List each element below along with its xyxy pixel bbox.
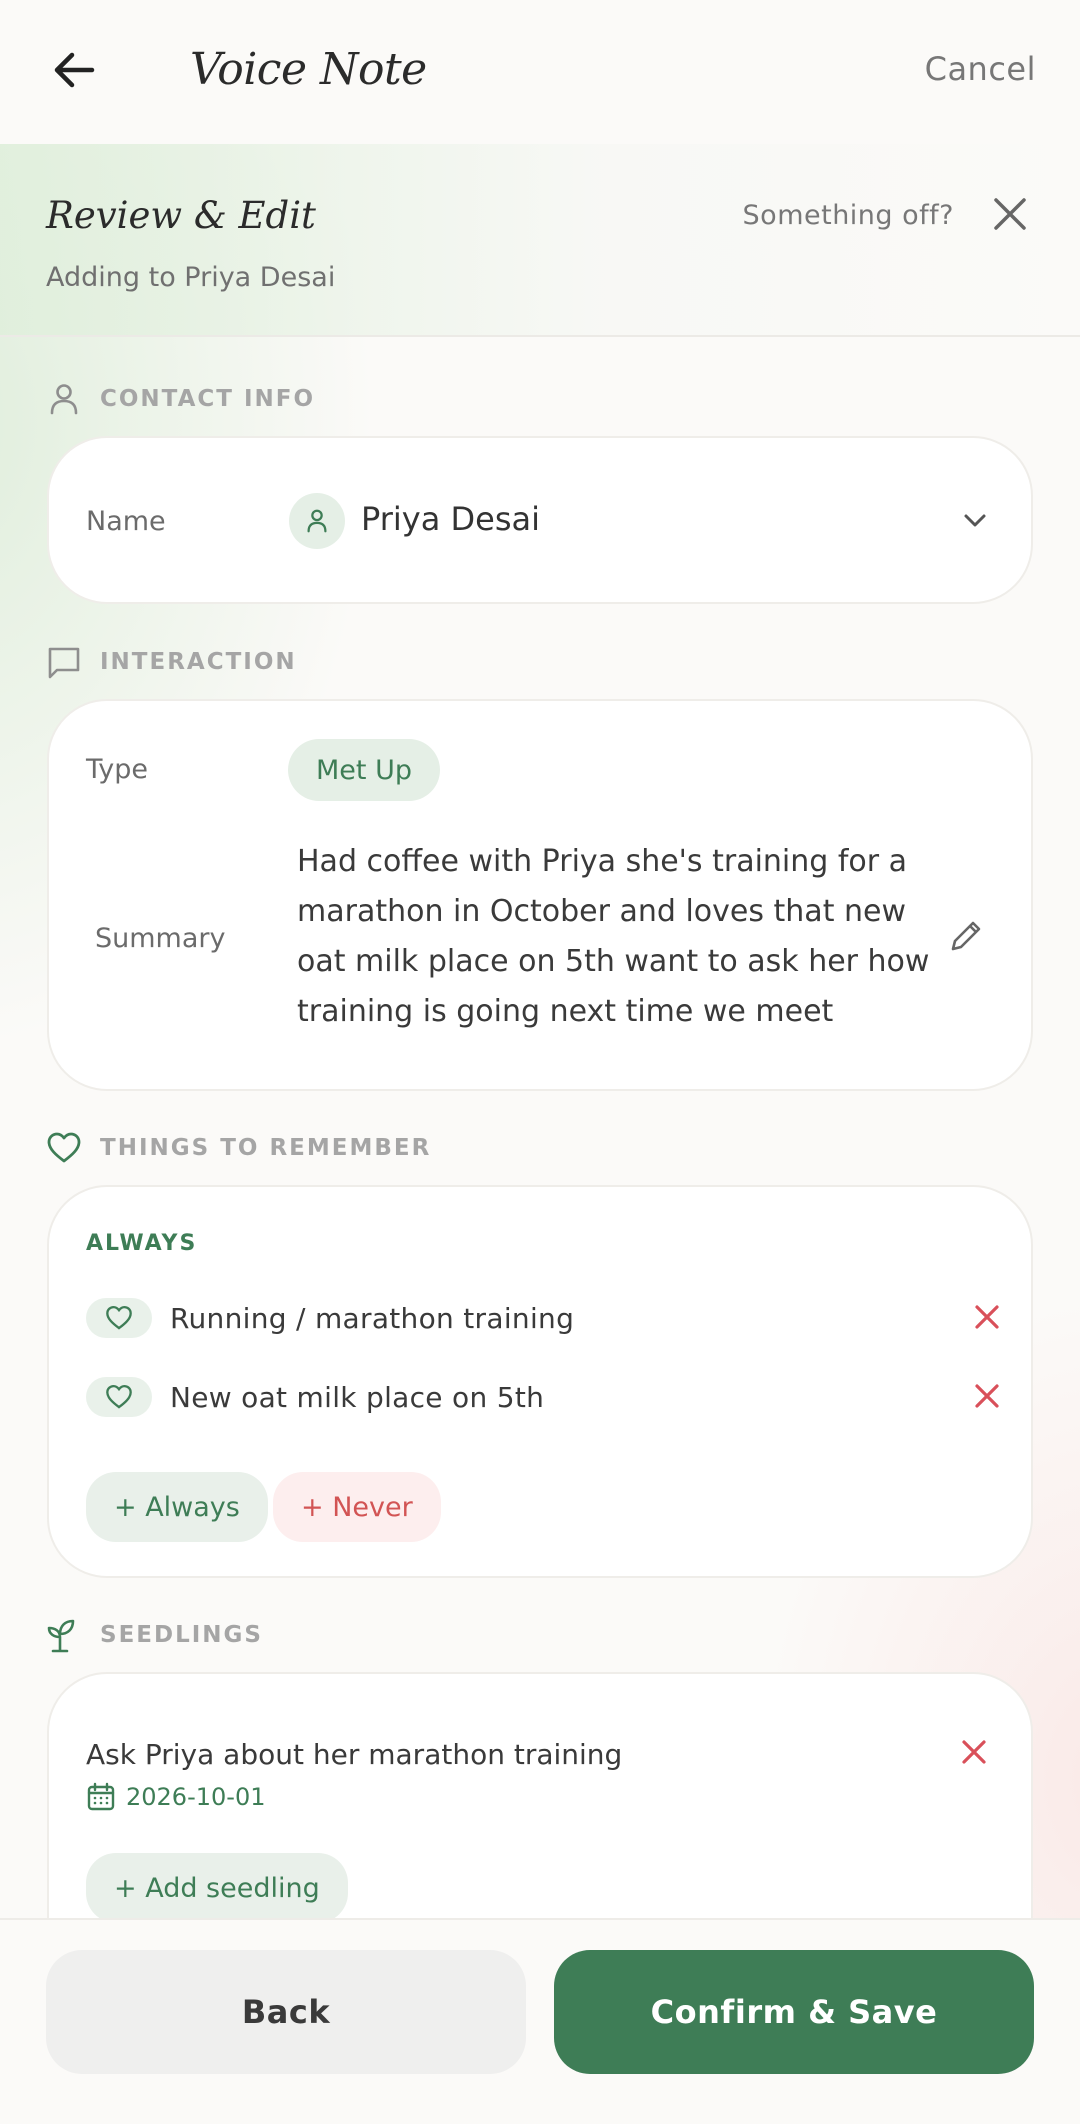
add-seedling-button[interactable]: + Add seedling [86,1853,348,1923]
chat-bubble-icon [48,647,80,679]
memory-text: Running / marathon training [170,1301,575,1335]
list-item: Running / marathon training [86,1296,1006,1340]
remove-icon[interactable] [972,1302,1002,1332]
avatar [289,493,345,549]
sprout-icon [47,1619,75,1653]
type-label: Type [86,754,149,785]
arrow-left-icon[interactable] [48,44,100,96]
contact-card: Name Priya Desai [47,436,1033,604]
person-icon [50,384,78,415]
heart-icon [86,1377,152,1417]
close-icon[interactable] [992,196,1028,232]
seedlings-section-label: SEEDLINGS [46,1617,263,1653]
review-subtitle: Adding to Priya Desai [46,262,336,293]
memory-text: New oat milk place on 5th [170,1380,545,1414]
section-label-text: CONTACT INFO [100,386,316,412]
calendar-icon [87,1782,115,1811]
seedling-text: Ask Priya about her marathon training [86,1738,623,1771]
interaction-section-label: INTERACTION [46,644,297,680]
page-title: Voice Note [190,44,427,95]
interaction-type-pill[interactable]: Met Up [288,739,440,801]
review-header: Review & Edit Adding to Priya Desai Some… [0,144,1080,337]
person-icon [307,509,327,533]
top-bar: Voice Note Cancel [0,0,1080,144]
something-off-link[interactable]: Something off? [743,200,954,231]
summary-label: Summary [95,923,226,954]
section-label-text: INTERACTION [100,649,297,675]
name-label: Name [86,506,166,537]
cancel-button[interactable]: Cancel [925,50,1036,88]
review-title: Review & Edit [46,194,316,237]
section-label-text: SEEDLINGS [100,1622,263,1648]
remember-section-label: THINGS TO REMEMBER [46,1130,431,1166]
back-button[interactable]: Back [46,1950,526,2074]
pencil-icon[interactable] [945,917,985,957]
remove-icon[interactable] [959,1737,989,1767]
heart-icon [86,1298,152,1338]
add-never-button[interactable]: + Never [273,1472,441,1542]
always-heading: ALWAYS [86,1231,198,1256]
interaction-card: Type Met Up Summary Had coffee with Priy… [47,699,1033,1091]
remove-icon[interactable] [972,1381,1002,1411]
section-label-text: THINGS TO REMEMBER [100,1135,432,1161]
bottom-action-bar: Back Confirm & Save [0,1918,1080,2124]
add-always-button[interactable]: + Always [86,1472,268,1542]
chevron-down-icon[interactable] [959,504,991,536]
seedling-date-text: 2026-10-01 [126,1783,266,1811]
list-item: New oat milk place on 5th [86,1375,1006,1419]
contact-name-select[interactable]: Priya Desai [361,500,540,538]
remember-card: ALWAYS Running / marathon training New o… [47,1185,1033,1578]
contact-info-section-label: CONTACT INFO [46,381,315,417]
heart-icon [47,1132,81,1163]
seedling-date: 2026-10-01 [86,1782,265,1812]
summary-text[interactable]: Had coffee with Priya she's training for… [297,837,937,1037]
confirm-save-button[interactable]: Confirm & Save [554,1950,1034,2074]
